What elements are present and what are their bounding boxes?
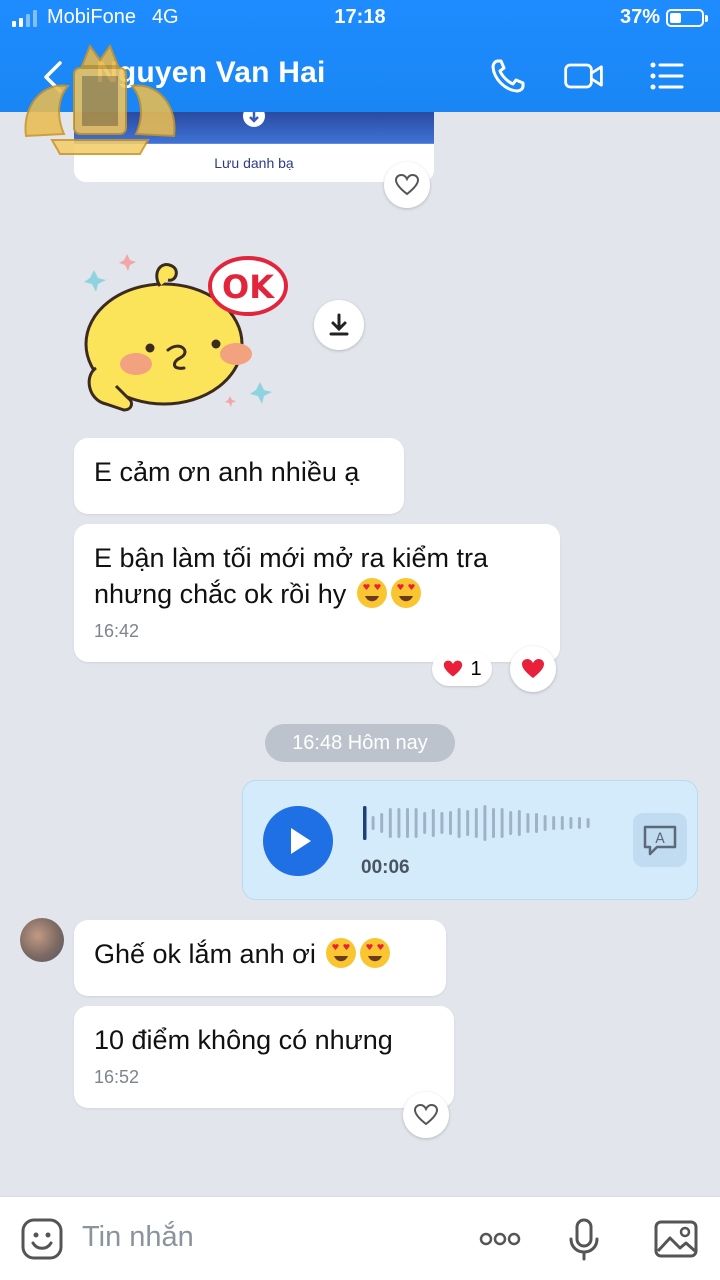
play-button[interactable]: [263, 806, 333, 876]
waveform-bar: [423, 812, 427, 834]
message-text: 10 điểm không có nhưng: [94, 1025, 393, 1055]
message-bubble[interactable]: Ghế ok lắm anh ơi: [74, 920, 446, 996]
heart-icon: [522, 659, 544, 678]
message-composer: Tin nhắn: [0, 1196, 720, 1280]
reaction-count: 1: [470, 657, 482, 680]
waveform-bar: [552, 816, 556, 830]
waveform-bar: [397, 808, 401, 838]
ok-sticker[interactable]: OK: [76, 240, 290, 424]
download-arrow-icon: [243, 112, 265, 127]
message-bubble[interactable]: E bận làm tối mới mở ra kiểm tra nhưng c…: [74, 524, 560, 662]
heart-eyes-emoji-icon: [360, 938, 391, 968]
menu-icon[interactable]: [644, 54, 688, 98]
emoji-icon[interactable]: [18, 1215, 66, 1263]
heart-outline-icon: [413, 1103, 439, 1126]
battery-icon: [666, 8, 708, 27]
brand-logo: [24, 43, 176, 155]
waveform-bar: [466, 810, 470, 836]
message-time: 16:42: [94, 621, 140, 641]
heart-eyes-emoji-icon: [390, 578, 421, 608]
waveform-bar: [526, 813, 530, 833]
message-text: Ghế ok lắm anh ơi: [94, 939, 316, 969]
heart-eyes-emoji-icon: [326, 938, 357, 968]
clock: 17:18: [334, 6, 386, 28]
react-button[interactable]: [510, 646, 556, 692]
message-text: E cảm ơn anh nhiều ạ: [94, 457, 360, 487]
waveform-bar: [535, 813, 538, 833]
play-icon: [291, 828, 311, 854]
download-sticker-button[interactable]: [314, 300, 364, 350]
waveform-bar: [363, 806, 367, 840]
waveform-bar: [483, 805, 487, 841]
waveform-bar: [586, 818, 590, 828]
date-separator: 16:48 Hôm nay: [265, 724, 455, 762]
video-call-icon[interactable]: [562, 54, 606, 98]
waveform: [363, 805, 590, 841]
heart-eyes-emoji-icon: [356, 578, 387, 608]
message-bubble[interactable]: 10 điểm không có nhưng 16:52: [74, 1006, 454, 1108]
waveform-bar: [449, 811, 452, 835]
waveform-bar: [560, 816, 564, 830]
waveform-bar: [543, 815, 547, 831]
status-bar: MobiFone 4G 17:18 37%: [0, 6, 720, 32]
waveform-bar: [440, 812, 444, 834]
heart-outline-icon: [394, 173, 420, 196]
waveform-bar: [474, 808, 478, 838]
heart-icon: [444, 660, 463, 677]
voice-message[interactable]: 00:06 A: [242, 780, 698, 900]
phone-icon[interactable]: [486, 54, 530, 98]
waveform-bar: [509, 811, 513, 835]
waveform-bar: [578, 817, 581, 829]
waveform-bar: [414, 808, 418, 838]
waveform-bar: [371, 816, 375, 830]
microphone-icon[interactable]: [560, 1215, 608, 1263]
more-icon[interactable]: [476, 1215, 524, 1263]
message-text: nhưng chắc ok rồi hy: [94, 579, 347, 609]
transcribe-button[interactable]: A: [633, 813, 687, 867]
transcribe-letter: A: [655, 831, 665, 847]
waveform-bar: [388, 808, 392, 838]
waveform-bar: [431, 809, 435, 837]
waveform-bar: [380, 813, 384, 833]
voice-duration: 00:06: [361, 857, 410, 878]
image-icon[interactable]: [652, 1215, 700, 1263]
waveform-bar: [492, 808, 495, 838]
waveform-bar: [457, 808, 461, 838]
avatar[interactable]: [20, 918, 64, 962]
reaction-summary[interactable]: 1: [432, 652, 492, 686]
react-button[interactable]: [384, 162, 430, 208]
react-button[interactable]: [403, 1092, 449, 1138]
sticker-text: OK: [222, 268, 275, 306]
waveform-bar: [569, 817, 573, 829]
message-input[interactable]: Tin nhắn: [82, 1221, 194, 1254]
battery-percent: 37%: [619, 6, 660, 28]
message-bubble[interactable]: E cảm ơn anh nhiều ạ: [74, 438, 404, 514]
waveform-bar: [517, 810, 521, 836]
waveform-bar: [406, 808, 409, 838]
message-text: E bận làm tối mới mở ra kiểm tra: [94, 543, 489, 573]
download-icon: [329, 313, 349, 336]
message-time: 16:52: [94, 1067, 140, 1087]
waveform-bar: [500, 808, 504, 838]
speech-to-text-icon: A: [643, 825, 677, 856]
